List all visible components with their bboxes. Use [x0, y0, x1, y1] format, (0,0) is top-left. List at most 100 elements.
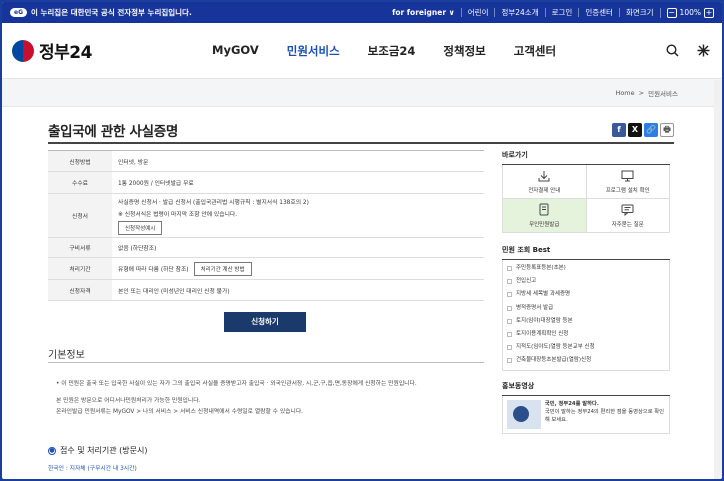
zoom-out-button[interactable]: − — [666, 7, 677, 18]
chat-icon — [621, 204, 634, 216]
list-item-label: 토지이용계획확인 신청 — [516, 330, 569, 337]
official-notice[interactable]: 이 누리집은 대한민국 공식 전자정부 누리집입니다. — [31, 7, 386, 18]
quick-link-epayment[interactable]: 전자결제 안내 — [503, 165, 587, 199]
kids-link[interactable]: 어린이 — [460, 8, 495, 17]
table-row: 신청자격 본인 또는 대리인 (미성년인 대리인 신청 불가) — [48, 280, 484, 301]
bullet-icon — [507, 345, 512, 351]
nav-customer-center[interactable]: 고객센터 — [514, 43, 556, 59]
list-item[interactable]: 건축물대장등초본발급(열람)신청 — [507, 354, 665, 367]
breadcrumb-current[interactable]: 민원서비스 — [648, 88, 678, 98]
list-item[interactable]: 전입신고 — [507, 275, 665, 288]
nav-policy[interactable]: 정책정보 — [443, 43, 485, 59]
bullet-icon — [507, 266, 512, 272]
basic-info-title: 기본정보 — [48, 350, 85, 361]
site-header: 정부24 MyGOV 민원서비스 보조금24 정책정보 고객센터 — [2, 23, 722, 79]
print-icon[interactable]: 🖶 — [660, 123, 674, 137]
list-item[interactable]: 토지이용계획확인 신청 — [507, 328, 665, 341]
row-value-cell: 본인 또는 대리인 (미성년인 대리인 신청 불가) — [112, 280, 484, 300]
egov-badge: eG — [10, 8, 27, 17]
row-label: 처리기간 — [48, 258, 112, 279]
facebook-icon[interactable]: f — [612, 123, 626, 137]
twitter-x-icon[interactable]: X — [628, 123, 642, 137]
list-item[interactable]: 지방세 세목별 과세증명 — [507, 288, 665, 301]
zoom-value: 100% — [679, 8, 701, 17]
page-title: 출입국에 관한 사실증명 — [48, 124, 178, 140]
form-example-button[interactable]: 신청작성예시 — [118, 220, 163, 235]
list-item[interactable]: 지적도(임야도)열람 등본교부 신청 — [507, 341, 665, 354]
row-label: 신청방법 — [48, 151, 112, 171]
page-scrollbar[interactable] — [714, 80, 722, 479]
nav-mygov[interactable]: MyGOV — [212, 43, 259, 59]
row-label: 수수료 — [48, 172, 112, 193]
all-menu-icon[interactable] — [697, 44, 710, 57]
row-label: 신청자격 — [48, 280, 112, 300]
processing-time-button[interactable]: 처리기간 계산 방법 — [193, 261, 252, 276]
office-link[interactable]: 한국인 : 지자체 (구무시간 내 3시간) — [48, 463, 137, 472]
site-logo[interactable]: 정부24 — [12, 38, 212, 63]
list-item[interactable]: 토지(임야)대장열람 등본 — [507, 315, 665, 328]
list-item-label: 지적도(임야도)열람 등본교부 신청 — [516, 344, 595, 351]
row-value-cell: 없음 (하단참조) — [112, 238, 484, 257]
nav-civil-service[interactable]: 민원서비스 — [287, 43, 340, 59]
bullet-icon — [507, 279, 512, 285]
list-item-label: 병적증명서 발급 — [516, 304, 554, 311]
row-value-cell: 1통 2000원 / 인터넷발급 무료 — [112, 172, 484, 193]
quick-link-kiosk[interactable]: 무인민원발급 — [503, 199, 587, 233]
video-thumbnail[interactable] — [507, 399, 541, 429]
main-nav: MyGOV 민원서비스 보조금24 정책정보 고객센터 — [212, 43, 556, 59]
apply-button[interactable]: 신청하기 — [224, 312, 306, 332]
quick-links-title: 바로가기 — [502, 150, 670, 165]
section-divider — [48, 362, 484, 363]
kiosk-icon — [539, 203, 549, 216]
bullet-text: 이 민원은 출국 또는 입국한 사실이 있는 자가 그의 출입국 사실을 증명받… — [61, 381, 417, 387]
row-value: 본인 또는 대리인 (미성년인 대리인 신청 불가) — [118, 288, 230, 295]
monitor-icon — [621, 170, 634, 181]
table-row: 처리기간 유형에 따라 다름 (하단 참조) 처리기간 계산 방법 — [48, 258, 484, 280]
bullet-icon — [507, 318, 512, 324]
quick-link-label: 전자결제 안내 — [528, 187, 561, 194]
cert-center-link[interactable]: 인증센터 — [578, 8, 619, 17]
screen-size-label: 화면크기 — [618, 8, 660, 17]
table-row: 구비서류 없음 (하단참조) — [48, 238, 484, 258]
bullet-icon — [507, 292, 512, 298]
table-row: 신청서 사실증명 신청서 · 발급 신청서 (출입국관리법 시행규칙 : 별지서… — [48, 194, 484, 238]
row-value: 사실증명 신청서 · 발급 신청서 (출입국관리법 시행규칙 : 별지서식 13… — [118, 199, 309, 206]
about-link[interactable]: 정부24소개 — [494, 8, 544, 17]
circle-bullet-icon: ● — [48, 446, 56, 455]
link-copy-icon[interactable]: 🔗 — [644, 123, 658, 137]
promo-video-card[interactable]: 국민, 정부24를 말하다. 국민이 말하는 정부24의 편리한 점을 동영상으… — [502, 395, 670, 434]
table-row: 수수료 1통 2000원 / 인터넷발급 무료 — [48, 172, 484, 194]
service-info-table: 신청방법 인터넷, 방문 수수료 1통 2000원 / 인터넷발급 무료 신청서… — [48, 150, 484, 301]
row-value-cell: 유형에 따라 다름 (하단 참조) 처리기간 계산 방법 — [112, 258, 484, 279]
promo-video-title: 홍보동영상 — [502, 381, 670, 396]
quick-link-label: 프로그램 설치 확인 — [605, 187, 650, 194]
basic-info-body: • 이 민원은 출국 또는 입국한 사실이 있는 자가 그의 출입국 사실을 증… — [56, 380, 476, 419]
best-services-title: 민원 조회 Best — [502, 245, 670, 260]
row-label: 신청서 — [48, 194, 112, 237]
list-item[interactable]: 주민등록표등본(초본) — [507, 262, 665, 275]
breadcrumb-home[interactable]: Home — [615, 89, 634, 97]
quick-link-label: 무인민원발급 — [529, 222, 560, 228]
row-value: 유형에 따라 다름 (하단 참조) — [118, 267, 189, 273]
login-link[interactable]: 로그인 — [544, 8, 579, 17]
list-item-label: 지방세 세목별 과세증명 — [516, 291, 571, 298]
bullet-icon — [507, 358, 512, 364]
table-row: 신청방법 인터넷, 방문 — [48, 151, 484, 172]
breadcrumb: Home > 민원서비스 — [2, 79, 722, 107]
header-tools — [666, 44, 710, 57]
quick-link-faq[interactable]: 자주묻는 질문 — [586, 199, 670, 233]
list-item-label: 토지(임야)대장열람 등본 — [516, 317, 573, 324]
search-icon[interactable] — [666, 44, 679, 57]
nav-subsidy[interactable]: 보조금24 — [368, 43, 416, 59]
list-item[interactable]: 병적증명서 발급 — [507, 302, 665, 315]
title-row: 출입국에 관한 사실증명 f X 🔗 🖶 — [48, 120, 674, 140]
row-note: ※ 신청서식은 법령이 마지막 조항 안에 있습니다. — [118, 211, 238, 218]
quick-link-program-install[interactable]: 프로그램 설치 확인 — [586, 165, 670, 199]
zoom-in-button[interactable]: + — [704, 7, 714, 18]
logo-text: 정부24 — [39, 43, 92, 63]
download-icon — [538, 170, 550, 181]
row-value: 인터넷, 방문 — [118, 159, 149, 166]
foreigner-link[interactable]: for foreigner ∨ — [386, 8, 461, 17]
best-services-list: 주민등록표등본(초본) 전입신고 지방세 세목별 과세증명 병적증명서 발급 토… — [502, 260, 670, 371]
title-divider — [48, 142, 674, 144]
